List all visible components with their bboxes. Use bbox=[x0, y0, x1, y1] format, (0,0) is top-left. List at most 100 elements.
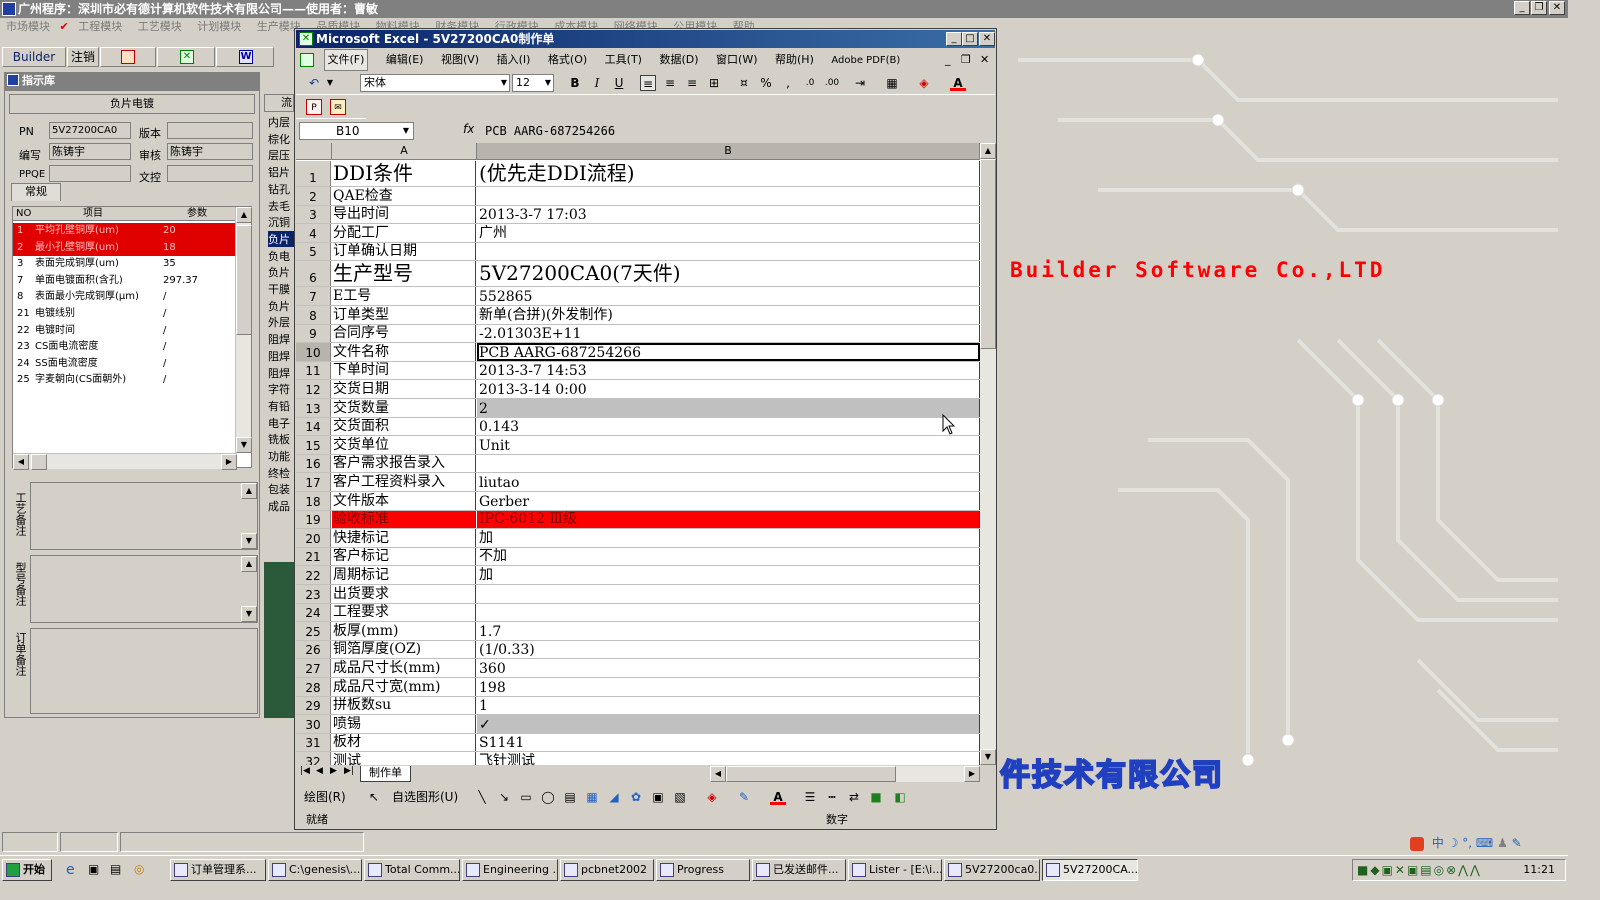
row-header[interactable]: 27 bbox=[296, 659, 331, 677]
row-header[interactable]: 18 bbox=[296, 492, 331, 510]
row-header[interactable]: 17 bbox=[296, 473, 331, 491]
taskbar-button[interactable]: 5V27200CA... bbox=[1042, 859, 1138, 881]
3d-icon[interactable]: ◧ bbox=[892, 789, 908, 805]
row-header[interactable]: 32 bbox=[296, 752, 331, 765]
cell-b[interactable]: 2 bbox=[477, 399, 980, 417]
cell-a[interactable]: 订单类型 bbox=[332, 306, 476, 324]
doc-minimize-button[interactable]: _ bbox=[945, 53, 951, 66]
shadow-icon[interactable]: ■ bbox=[868, 789, 884, 805]
wordart-icon[interactable]: ▦ bbox=[584, 789, 600, 805]
line-color-icon[interactable]: ✎ bbox=[736, 789, 752, 805]
cell-a[interactable]: 出货要求 bbox=[332, 585, 476, 603]
flow-step[interactable]: 沉铜 bbox=[268, 214, 296, 230]
corner-select-all[interactable] bbox=[296, 143, 332, 160]
pn-field[interactable]: 5V27200CA0 bbox=[49, 122, 131, 139]
logout-button[interactable]: 注销 bbox=[67, 47, 99, 67]
cell-a[interactable]: 下单时间 bbox=[332, 361, 476, 380]
clipart-icon[interactable]: ▣ bbox=[650, 789, 666, 805]
cell-a[interactable]: 拼板数su bbox=[332, 696, 476, 715]
hscroll-thumb[interactable] bbox=[726, 766, 896, 782]
function-icon[interactable]: fx bbox=[463, 122, 474, 136]
cell-b[interactable]: 198 bbox=[477, 678, 980, 696]
cell-b[interactable]: IPC-6012 Ⅲ级 bbox=[477, 510, 980, 529]
grid-vscroll[interactable]: ▲ ▼ bbox=[980, 143, 996, 765]
first-sheet-icon[interactable]: |◀ bbox=[300, 766, 310, 776]
cell-b[interactable]: 飞针测试 bbox=[477, 752, 980, 765]
taskbar-button[interactable]: C:\genesis\... bbox=[268, 859, 362, 881]
cell-a[interactable]: 分配工厂 bbox=[332, 224, 476, 242]
menu-insert[interactable]: 插入(I) bbox=[497, 50, 531, 70]
excel-maximize-button[interactable]: □ bbox=[962, 32, 978, 46]
flow-step[interactable]: 去毛 bbox=[268, 198, 296, 214]
cell-b[interactable] bbox=[477, 603, 980, 622]
ie-icon[interactable]: e bbox=[66, 862, 75, 878]
row-header[interactable]: 31 bbox=[296, 733, 331, 752]
arrow-icon[interactable]: ↘ bbox=[496, 789, 512, 805]
flow-step[interactable]: 内层 bbox=[268, 114, 296, 130]
font-color-icon[interactable]: A bbox=[950, 75, 966, 91]
editor-field[interactable]: 陈铸宇 bbox=[49, 143, 131, 160]
italic-icon[interactable]: I bbox=[589, 75, 605, 91]
undo-dropdown-icon[interactable]: ▼ bbox=[322, 75, 338, 91]
cell-b[interactable]: S1141 bbox=[477, 733, 980, 752]
export-word-button[interactable]: W bbox=[216, 47, 274, 67]
oval-icon[interactable]: ◯ bbox=[540, 789, 556, 805]
export-excel-button[interactable]: ✕ bbox=[157, 47, 215, 67]
cell-a[interactable]: 合同序号 bbox=[332, 324, 476, 343]
start-button[interactable]: 开始 bbox=[2, 859, 52, 881]
cell-a[interactable]: 板厚(mm) bbox=[332, 622, 476, 640]
dash-style-icon[interactable]: ┅ bbox=[824, 789, 840, 805]
cell-b[interactable] bbox=[477, 585, 980, 603]
cell-b[interactable]: 5V27200CA0(7天件) bbox=[477, 261, 980, 287]
flow-step[interactable]: 棕化 bbox=[268, 131, 296, 147]
ppqe-field[interactable] bbox=[49, 165, 131, 182]
align-left-icon[interactable]: ≡ bbox=[640, 75, 656, 91]
row-header[interactable]: 20 bbox=[296, 529, 331, 547]
tab-general[interactable]: 常规 bbox=[11, 183, 61, 201]
flow-step[interactable]: 负片 bbox=[268, 264, 296, 280]
cell-b[interactable]: 1 bbox=[477, 696, 980, 715]
doc-close-button[interactable]: ✕ bbox=[980, 53, 989, 66]
ime-chinese[interactable]: 中 bbox=[1432, 836, 1444, 850]
flow-step[interactable]: 层压 bbox=[268, 147, 296, 163]
order-note-box[interactable] bbox=[30, 628, 258, 714]
row-header[interactable]: 15 bbox=[296, 436, 331, 454]
row-header[interactable]: 26 bbox=[296, 640, 331, 659]
draw-fill-color-icon[interactable]: ◈ bbox=[704, 789, 720, 805]
cell-b[interactable]: 2013-3-7 17:03 bbox=[477, 205, 980, 224]
export-pdf-button[interactable] bbox=[100, 47, 156, 67]
param-row[interactable]: 22 电镀时间 / bbox=[13, 323, 237, 340]
menu-market[interactable]: 市场模块 bbox=[6, 18, 50, 36]
pdf-email-icon[interactable]: ✉ bbox=[330, 99, 346, 115]
excel-minimize-button[interactable]: _ bbox=[946, 32, 962, 46]
row-header[interactable]: 30 bbox=[296, 715, 331, 733]
flow-step[interactable]: 铣板 bbox=[268, 431, 296, 447]
cell-b[interactable]: 2013-3-14 0:00 bbox=[477, 380, 980, 398]
menu-plan[interactable]: 计划模块 bbox=[197, 18, 241, 36]
flow-step[interactable]: 有铅 bbox=[268, 398, 296, 414]
cell-a[interactable]: 文件名称 bbox=[332, 343, 476, 361]
row-header[interactable]: 25 bbox=[296, 622, 331, 640]
flow-step[interactable]: 钻孔 bbox=[268, 181, 296, 197]
cell-a[interactable]: 交货面积 bbox=[332, 417, 476, 436]
flow-step[interactable]: 包装 bbox=[268, 481, 296, 497]
param-row[interactable]: 24 SS面电流密度 / bbox=[13, 356, 237, 373]
align-right-icon[interactable]: ≡ bbox=[684, 75, 700, 91]
menu-engineering[interactable]: 工程模块 bbox=[78, 18, 122, 36]
textbox-icon[interactable]: ▤ bbox=[562, 789, 578, 805]
cell-b[interactable]: 加 bbox=[477, 566, 980, 584]
param-row[interactable]: 2 最小孔壁铜厚(um) 18 bbox=[13, 239, 237, 257]
cell-b[interactable]: 1.7 bbox=[477, 622, 980, 640]
cell-a[interactable]: 订单确认日期 bbox=[332, 242, 476, 261]
row-header[interactable]: 1 bbox=[296, 161, 331, 186]
increase-decimal-icon[interactable]: .0 bbox=[802, 75, 818, 91]
cell-b[interactable]: 广州 bbox=[477, 224, 980, 242]
indent-icon[interactable]: ⇥ bbox=[852, 75, 868, 91]
cell-b[interactable]: 552865 bbox=[477, 287, 980, 305]
reviewer-field[interactable]: 陈铸宇 bbox=[167, 143, 253, 160]
next-sheet-icon[interactable]: ▶ bbox=[330, 766, 337, 776]
cell-b[interactable]: (优先走DDI流程) bbox=[477, 161, 980, 186]
cell-a[interactable]: 交货日期 bbox=[332, 380, 476, 398]
merge-center-icon[interactable]: ⊞ bbox=[706, 75, 722, 91]
quicklaunch-icon-4[interactable]: ◎ bbox=[134, 862, 144, 876]
